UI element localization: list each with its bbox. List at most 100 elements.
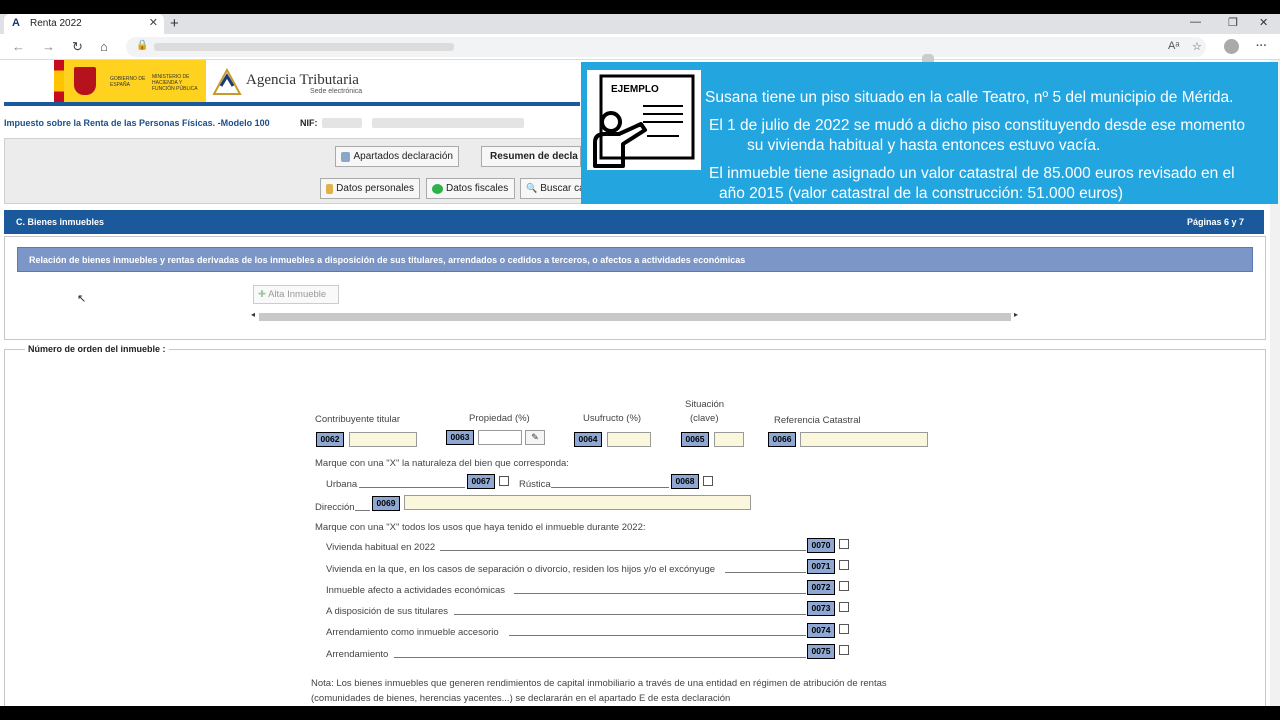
code-0064: 0064 (574, 432, 602, 447)
inmuebles-list-panel: Relación de bienes inmuebles y rentas de… (4, 236, 1266, 340)
situacion-field[interactable] (714, 432, 744, 447)
maximize-icon[interactable]: ❐ (1228, 16, 1238, 29)
code-0065: 0065 (681, 432, 709, 447)
minimize-icon[interactable]: — (1190, 16, 1201, 28)
pencil-icon[interactable]: ✎ (525, 430, 545, 445)
example-line4: El inmueble tiene asignado un valor cata… (709, 165, 1235, 182)
urbana-checkbox[interactable] (499, 476, 509, 486)
contribuyente-field[interactable] (349, 432, 417, 447)
rustica-checkbox[interactable] (703, 476, 713, 486)
people-icon (326, 183, 334, 194)
code-0066: 0066 (768, 432, 796, 447)
search-icon: 🔍 (526, 183, 538, 193)
model-title: Impuesto sobre la Renta de las Personas … (4, 118, 270, 128)
naturaleza-text: Marque con una "X" la naturaleza del bie… (315, 458, 569, 469)
situacion-clave-label: (clave) (690, 413, 719, 424)
uso-leader (394, 657, 806, 658)
uso-separacion-checkbox[interactable] (839, 560, 849, 570)
direccion-label: Dirección (315, 502, 355, 513)
more-icon[interactable]: ··· (1256, 40, 1267, 52)
datos-personales-button[interactable]: Datos personales (320, 178, 420, 199)
referencia-catastral-field[interactable] (800, 432, 928, 447)
screen: A Renta 2022 ✕ + — ❐ ✕ ← → ↻ ⌂ 🔒 Aᵃ ☆ ··… (0, 14, 1280, 706)
alta-inmueble-button[interactable]: ✚ Alta Inmueble (253, 285, 339, 304)
uso-leader (514, 593, 806, 594)
uso-arrendamiento-checkbox[interactable] (839, 645, 849, 655)
check-circle-icon (432, 183, 443, 194)
urbana-leader (359, 487, 465, 488)
close-window-icon[interactable]: ✕ (1259, 16, 1268, 29)
uso-leader (440, 550, 806, 551)
buscar-label: Buscar ca (540, 183, 582, 194)
gov-line2: MINISTERIO DE HACIENDA Y FUNCIÓN PÚBLICA (152, 74, 198, 92)
nif-label: NIF: (300, 118, 318, 128)
uso-disposicion-checkbox[interactable] (839, 602, 849, 612)
aeat-favicon-icon: A (12, 17, 20, 29)
back-icon[interactable]: ← (12, 39, 25, 54)
read-aloud-icon[interactable]: Aᵃ (1168, 40, 1179, 52)
mouse-cursor-icon: ↖ (77, 293, 87, 305)
apartados-button[interactable]: Apartados declaración (335, 146, 459, 167)
code-0067: 0067 (467, 474, 495, 489)
section-pages: Páginas 6 y 7 (1186, 217, 1244, 227)
usufructo-label: Usufructo (%) (583, 413, 642, 424)
lock-icon: 🔒 (136, 40, 149, 51)
new-tab-icon[interactable]: + (170, 15, 179, 32)
contribuyente-label: Contribuyente titular (315, 414, 401, 425)
buscar-button[interactable]: 🔍 Buscar ca (520, 178, 582, 199)
scroll-right-icon[interactable]: ▸ (1014, 310, 1018, 319)
add-icon: ✚ (258, 289, 266, 300)
datos-fiscales-button[interactable]: Datos fiscales (426, 178, 515, 199)
home-icon[interactable]: ⌂ (100, 39, 108, 54)
datos-fiscales-label: Datos fiscales (446, 183, 509, 194)
nota-line2: (comunidades de bienes, herencias yacent… (311, 693, 731, 704)
uso-leader (454, 614, 806, 615)
favorites-icon[interactable]: ☆ (1192, 40, 1202, 53)
code-0068: 0068 (671, 474, 699, 489)
code-0069: 0069 (372, 496, 400, 511)
code-0075: 0075 (807, 644, 835, 659)
uso-label: Arrendamiento (326, 649, 389, 660)
apartados-label: Apartados declaración (353, 151, 453, 162)
profile-icon[interactable] (1224, 39, 1239, 54)
alta-inmueble-label: Alta Inmueble (268, 289, 327, 300)
example-icon: EJEMPLO (587, 70, 701, 170)
reload-icon[interactable]: ↻ (72, 39, 83, 55)
list-icon (341, 151, 351, 162)
example-line5: año 2015 (valor catastral de la construc… (719, 185, 1124, 202)
form-legend: Número de orden del inmueble : (25, 344, 169, 354)
section-header: C. Bienes inmuebles Páginas 6 y 7 (4, 210, 1264, 234)
situacion-label: Situación (685, 399, 725, 410)
browser-tab[interactable]: A Renta 2022 ✕ (4, 14, 164, 34)
tab-title: Renta 2022 (30, 18, 82, 29)
nota-line1: Nota: Los bienes inmuebles que generen r… (311, 678, 887, 689)
datos-personales-label: Datos personales (336, 183, 414, 194)
code-0063: 0063 (446, 430, 474, 445)
close-tab-icon[interactable]: ✕ (149, 16, 158, 29)
scroll-left-icon[interactable]: ◂ (251, 310, 255, 319)
example-overlay: EJEMPLO Susana tiene un piso situado en … (581, 62, 1278, 204)
browser-tabbar: A Renta 2022 ✕ + — ❐ ✕ (0, 14, 1280, 34)
resumen-button[interactable]: Resumen de decla (481, 146, 581, 167)
uso-leader (725, 572, 806, 573)
direccion-leader (355, 510, 370, 511)
forward-icon[interactable]: → (42, 39, 55, 54)
usos-text: Marque con una "X" todos los usos que ha… (315, 522, 646, 533)
taxpayer-name (372, 118, 524, 128)
flag-strip (54, 60, 64, 102)
uso-label: A disposición de sus titulares (326, 606, 448, 617)
horizontal-scrollbar[interactable] (259, 313, 1011, 321)
uso-actividades-checkbox[interactable] (839, 581, 849, 591)
usufructo-field[interactable] (607, 432, 651, 447)
propiedad-field[interactable] (478, 430, 522, 445)
uso-vivienda-habitual-checkbox[interactable] (839, 539, 849, 549)
code-0074: 0074 (807, 623, 835, 638)
url-field[interactable]: 🔒 (126, 37, 1206, 57)
uso-arrendamiento-accesorio-checkbox[interactable] (839, 624, 849, 634)
header-underline (4, 102, 580, 106)
nif-value (322, 118, 362, 128)
propiedad-label: Propiedad (%) (469, 413, 530, 424)
aeat-logo-icon (212, 68, 242, 95)
direccion-field[interactable] (404, 495, 751, 510)
rustica-leader (551, 487, 669, 488)
